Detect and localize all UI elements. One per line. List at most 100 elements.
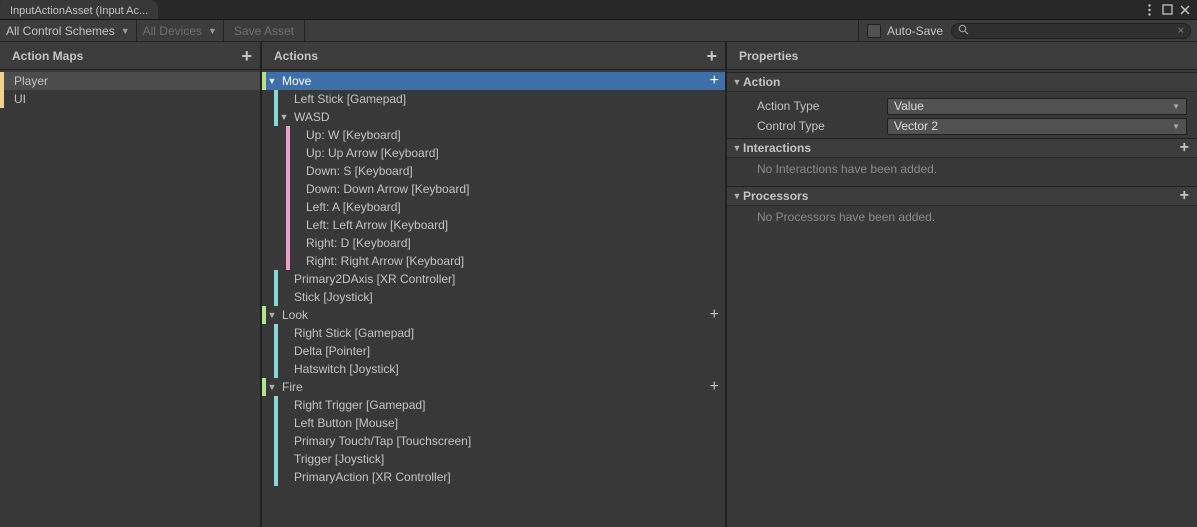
properties-body: ▼ Action Action Type Value ▼ Control Typ…: [727, 70, 1197, 527]
foldout-icon: ▼: [731, 191, 743, 201]
search-icon: [958, 24, 969, 38]
row-label: Right: Right Arrow [Keyboard]: [302, 254, 464, 268]
action-section-header[interactable]: ▼ Action: [727, 72, 1197, 92]
action-map-item[interactable]: UI: [0, 90, 260, 108]
search-field[interactable]: ×: [951, 23, 1191, 39]
clear-search-icon[interactable]: ×: [1178, 25, 1184, 37]
composite-part-row[interactable]: Down: S [Keyboard]: [262, 162, 725, 180]
binding-row[interactable]: Delta [Pointer]: [262, 342, 725, 360]
binding-row[interactable]: Stick [Joystick]: [262, 288, 725, 306]
maximize-icon[interactable]: [1161, 4, 1173, 16]
close-icon[interactable]: [1179, 4, 1191, 16]
binding-row[interactable]: Primary2DAxis [XR Controller]: [262, 270, 725, 288]
binding-row[interactable]: Primary Touch/Tap [Touchscreen]: [262, 432, 725, 450]
action-row[interactable]: ▼Fire+: [262, 378, 725, 396]
window-tab[interactable]: InputActionAsset (Input Ac...: [0, 0, 158, 19]
row-label: Move: [278, 74, 311, 88]
interactions-empty-message: No Interactions have been added.: [727, 158, 1197, 186]
add-processor-button[interactable]: +: [1180, 188, 1189, 204]
composite-part-row[interactable]: Up: W [Keyboard]: [262, 126, 725, 144]
actions-title: Actions: [274, 49, 318, 63]
category-color-bar: [286, 252, 290, 270]
auto-save-checkbox[interactable]: [867, 24, 881, 38]
action-type-value: Value: [894, 99, 924, 113]
action-type-label: Action Type: [757, 99, 887, 113]
binding-row[interactable]: ▼WASD: [262, 108, 725, 126]
action-type-row: Action Type Value ▼: [727, 96, 1197, 116]
devices-label: All Devices: [143, 24, 202, 38]
action-type-dropdown[interactable]: Value ▼: [887, 98, 1187, 115]
composite-part-row[interactable]: Left: A [Keyboard]: [262, 198, 725, 216]
row-label: Right Trigger [Gamepad]: [290, 398, 425, 412]
add-action-button[interactable]: +: [706, 47, 717, 65]
chevron-down-icon: ▼: [121, 26, 130, 36]
chevron-down-icon: ▼: [1172, 122, 1180, 131]
devices-dropdown[interactable]: All Devices ▼: [137, 20, 224, 41]
foldout-icon[interactable]: ▼: [266, 76, 278, 86]
category-color-bar: [286, 198, 290, 216]
search-input[interactable]: [973, 25, 1174, 37]
add-binding-button[interactable]: +: [710, 307, 719, 323]
add-interaction-button[interactable]: +: [1180, 140, 1189, 156]
action-map-item[interactable]: Player: [0, 72, 260, 90]
row-label: Up: Up Arrow [Keyboard]: [302, 146, 439, 160]
processors-section-header[interactable]: ▼ Processors +: [727, 186, 1197, 206]
add-binding-button[interactable]: +: [710, 379, 719, 395]
save-asset-button[interactable]: Save Asset: [224, 20, 305, 41]
composite-part-row[interactable]: Left: Left Arrow [Keyboard]: [262, 216, 725, 234]
category-color-bar: [274, 432, 278, 450]
actions-tree: ▼Move+Left Stick [Gamepad]▼WASDUp: W [Ke…: [262, 70, 725, 527]
control-type-row: Control Type Vector 2 ▼: [727, 116, 1197, 136]
auto-save-toggle[interactable]: Auto-Save: [858, 20, 951, 41]
category-color-bar: [274, 396, 278, 414]
actions-panel: Actions + ▼Move+Left Stick [Gamepad]▼WAS…: [262, 42, 727, 527]
foldout-icon[interactable]: ▼: [278, 112, 290, 122]
composite-part-row[interactable]: Up: Up Arrow [Keyboard]: [262, 144, 725, 162]
control-type-dropdown[interactable]: Vector 2 ▼: [887, 118, 1187, 135]
processors-empty-message: No Processors have been added.: [727, 206, 1197, 234]
interactions-section-title: Interactions: [743, 141, 811, 155]
chevron-down-icon: ▼: [1172, 102, 1180, 111]
binding-row[interactable]: Right Trigger [Gamepad]: [262, 396, 725, 414]
row-label: Right Stick [Gamepad]: [290, 326, 414, 340]
toolbar: All Control Schemes ▼ All Devices ▼ Save…: [0, 20, 1197, 42]
category-color-bar: [286, 180, 290, 198]
row-label: Left Stick [Gamepad]: [290, 92, 406, 106]
category-color-bar: [286, 234, 290, 252]
binding-row[interactable]: Right Stick [Gamepad]: [262, 324, 725, 342]
actions-header: Actions +: [262, 42, 725, 70]
kebab-menu-icon[interactable]: [1143, 4, 1155, 16]
composite-part-row[interactable]: Right: Right Arrow [Keyboard]: [262, 252, 725, 270]
foldout-icon[interactable]: ▼: [266, 382, 278, 392]
action-map-color-bar: [0, 90, 4, 108]
binding-row[interactable]: Hatswitch [Joystick]: [262, 360, 725, 378]
binding-row[interactable]: PrimaryAction [XR Controller]: [262, 468, 725, 486]
action-maps-title: Action Maps: [12, 49, 83, 63]
control-schemes-dropdown[interactable]: All Control Schemes ▼: [0, 20, 137, 41]
composite-part-row[interactable]: Right: D [Keyboard]: [262, 234, 725, 252]
composite-part-row[interactable]: Down: Down Arrow [Keyboard]: [262, 180, 725, 198]
row-label: Trigger [Joystick]: [290, 452, 384, 466]
row-label: Right: D [Keyboard]: [302, 236, 411, 250]
action-row[interactable]: ▼Move +: [262, 72, 725, 90]
add-binding-button[interactable]: +: [710, 73, 719, 89]
window-tab-label: InputActionAsset (Input Ac...: [10, 5, 148, 17]
binding-row[interactable]: Left Button [Mouse]: [262, 414, 725, 432]
category-color-bar: [286, 162, 290, 180]
row-label: WASD: [290, 110, 330, 124]
row-label: Down: Down Arrow [Keyboard]: [302, 182, 469, 196]
add-action-map-button[interactable]: +: [241, 47, 252, 65]
action-maps-panel: Action Maps + Player UI: [0, 42, 262, 527]
binding-row[interactable]: Trigger [Joystick]: [262, 450, 725, 468]
binding-row[interactable]: Left Stick [Gamepad]: [262, 90, 725, 108]
row-label: Delta [Pointer]: [290, 344, 370, 358]
category-color-bar: [274, 342, 278, 360]
foldout-icon[interactable]: ▼: [266, 310, 278, 320]
row-label: Down: S [Keyboard]: [302, 164, 413, 178]
category-color-bar: [286, 216, 290, 234]
action-row[interactable]: ▼Look+: [262, 306, 725, 324]
interactions-section-header[interactable]: ▼ Interactions +: [727, 138, 1197, 158]
action-map-label: Player: [14, 74, 48, 88]
category-color-bar: [274, 414, 278, 432]
row-label: Primary2DAxis [XR Controller]: [290, 272, 455, 286]
